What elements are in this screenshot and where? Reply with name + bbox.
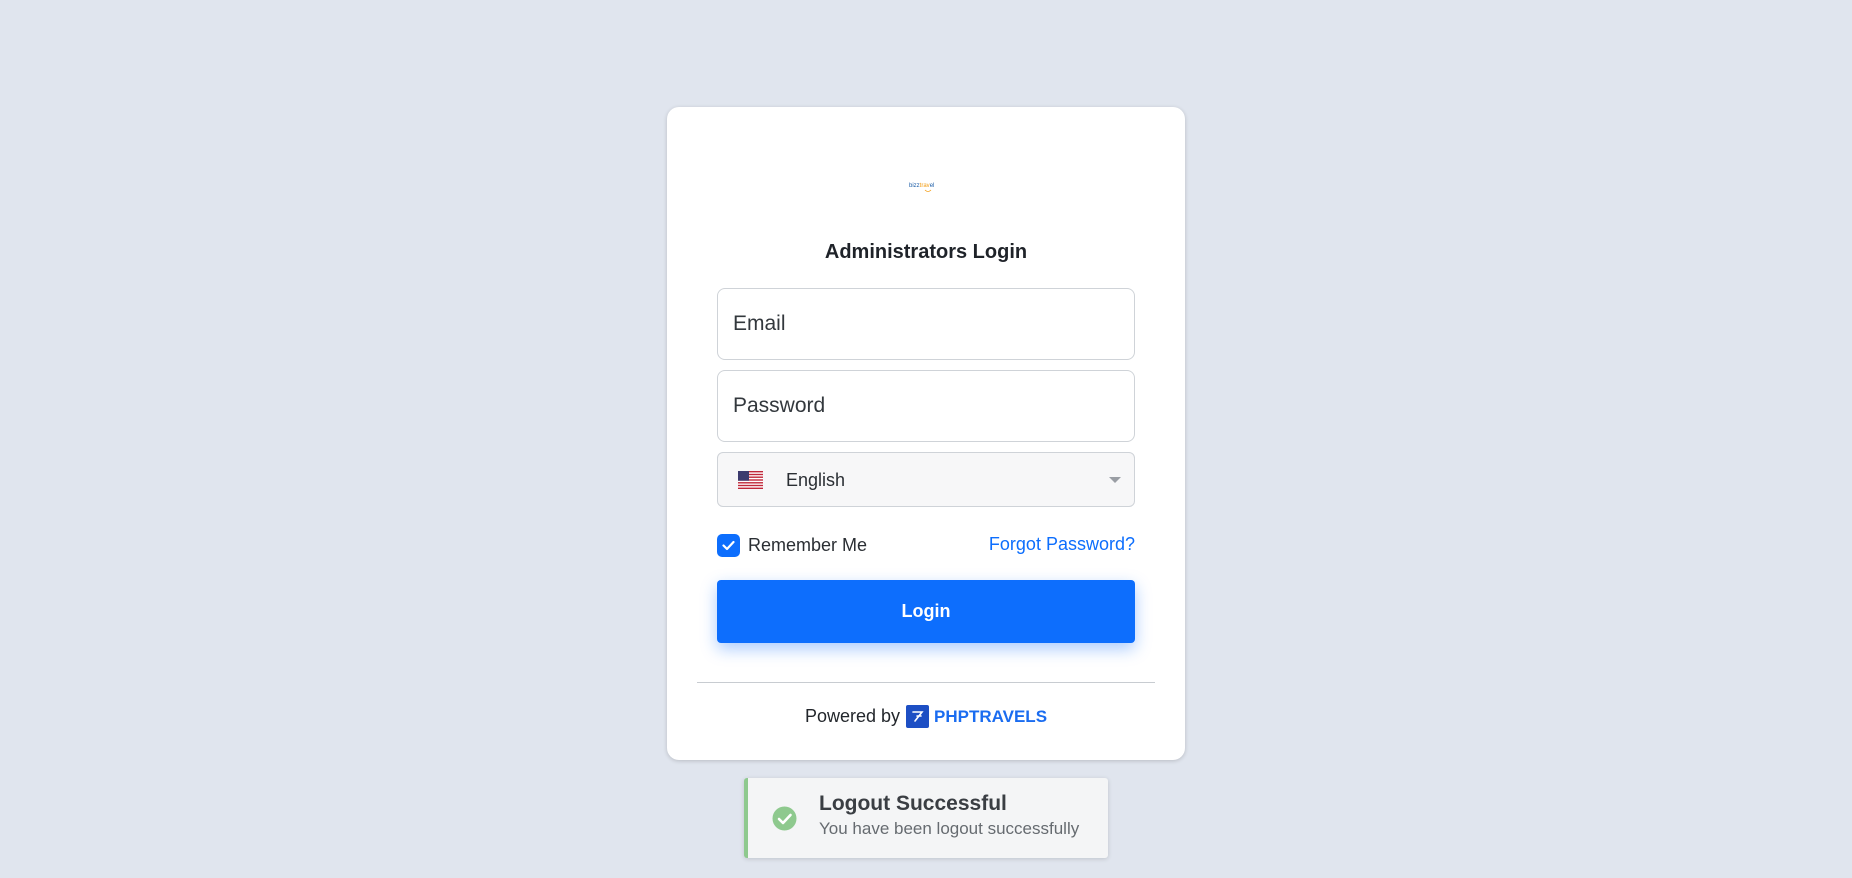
password-field[interactable] xyxy=(717,370,1135,442)
logout-toast[interactable]: Logout Successful You have been logout s… xyxy=(744,778,1108,858)
toast-title: Logout Successful xyxy=(819,792,1007,815)
remember-me-checkbox[interactable]: Remember Me xyxy=(717,533,867,557)
remember-me-label: Remember Me xyxy=(748,534,868,555)
toast-message: You have been logout successfully xyxy=(819,819,1080,838)
us-flag-icon xyxy=(738,471,763,489)
language-select[interactable]: English xyxy=(717,452,1135,507)
powered-by: Powered by PHPTRAVELS xyxy=(667,705,1185,728)
company-logo: bizztravel xyxy=(909,183,934,192)
login-button[interactable]: Login xyxy=(717,580,1135,643)
checkbox-checked-icon[interactable] xyxy=(717,533,740,557)
svg-text:bizztravel: bizztravel xyxy=(909,183,934,189)
check-icon xyxy=(722,540,735,550)
phptravels-logo-icon xyxy=(906,705,929,728)
language-label: English xyxy=(786,470,846,490)
chevron-down-icon xyxy=(1109,477,1121,483)
email-field[interactable] xyxy=(717,288,1135,360)
forgot-password-link[interactable]: Forgot Password? xyxy=(989,534,1135,555)
login-card: bizztravel Administrators Login English … xyxy=(667,107,1185,760)
check-circle-icon xyxy=(772,806,797,831)
page-title: Administrators Login xyxy=(824,241,1028,263)
divider xyxy=(697,682,1155,683)
phptravels-link[interactable]: PHPTRAVELS xyxy=(934,707,1047,727)
powered-by-label: Powered by xyxy=(804,706,900,726)
